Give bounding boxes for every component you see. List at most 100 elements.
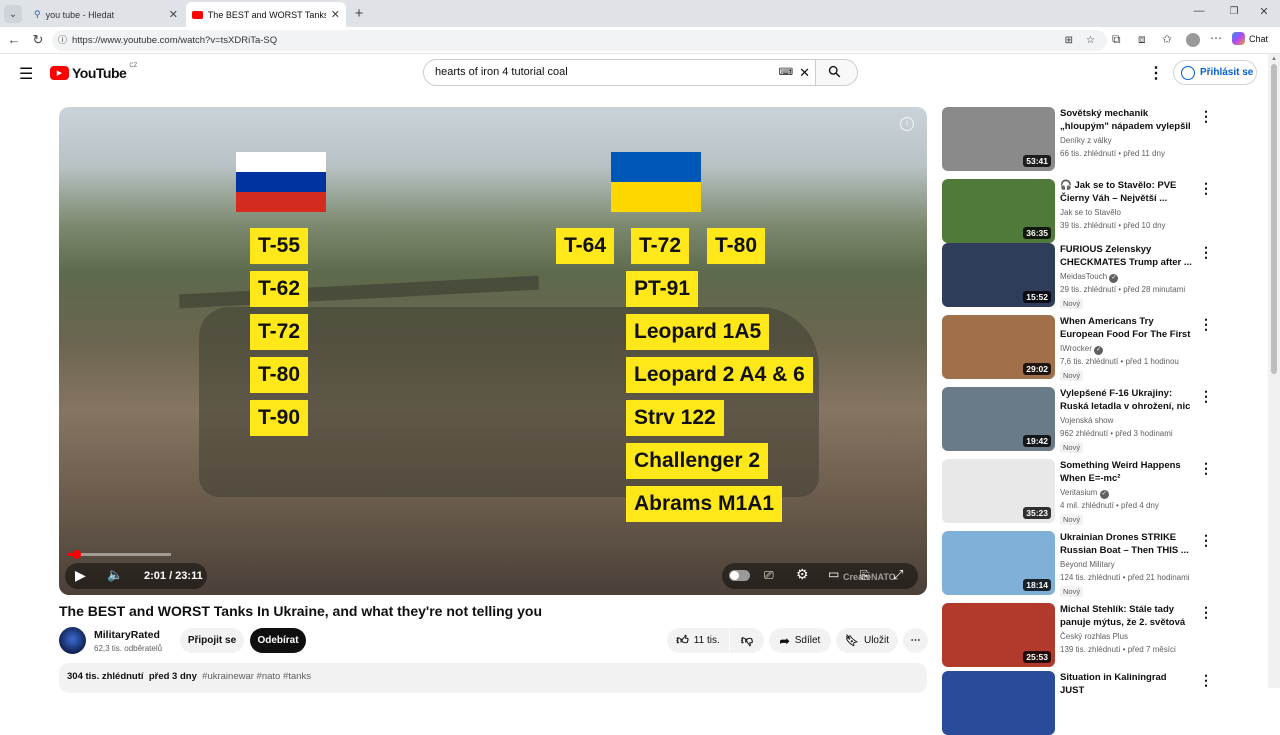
- recommendation-item[interactable]: 35:23 Something Weird Happens When E=-mc²…: [942, 459, 1232, 525]
- search-input[interactable]: hearts of iron 4 tutorial coal ⌨ ✕: [423, 59, 816, 86]
- video-thumbnail[interactable]: 35:23: [942, 459, 1055, 523]
- subscribe-button[interactable]: Odebírat: [250, 628, 306, 653]
- favorite-star-icon[interactable]: ☆: [1086, 30, 1095, 51]
- youtube-logo[interactable]: ▶ YouTube CZ: [50, 63, 137, 81]
- like-count: 11 tis.: [693, 635, 720, 646]
- close-window-icon[interactable]: ✕: [1258, 5, 1270, 18]
- video-title[interactable]: Michal Stehlík: Stále tady panuje mýtus,…: [1060, 603, 1193, 630]
- more-options-icon[interactable]: ⋮: [1199, 533, 1213, 547]
- tab-list-icon[interactable]: ⌄: [4, 5, 22, 23]
- refresh-icon[interactable]: ↻: [30, 32, 46, 48]
- join-button[interactable]: Připojit se: [180, 628, 244, 653]
- progress-scrubber[interactable]: [72, 550, 82, 559]
- recommendation-item[interactable]: 53:41 Sovětský mechanik „hloupým" nápadem…: [942, 107, 1232, 171]
- video-title[interactable]: Situation in Kaliningrad JUST: [1060, 671, 1193, 697]
- settings-gear-icon[interactable]: ⚙: [796, 566, 809, 583]
- video-thumbnail[interactable]: 29:02: [942, 315, 1055, 379]
- info-icon[interactable]: i: [900, 117, 914, 131]
- channel-name[interactable]: IWrocker ✓: [1060, 344, 1104, 355]
- new-tab-icon[interactable]: +: [350, 4, 368, 22]
- recommendation-item[interactable]: 25:53 Michal Stehlík: Stále tady panuje m…: [942, 603, 1232, 667]
- split-screen-icon[interactable]: ⧈: [1138, 32, 1146, 47]
- video-thumbnail[interactable]: 36:35: [942, 179, 1055, 243]
- sign-in-button[interactable]: Přihlásit se: [1173, 60, 1257, 85]
- channel-name[interactable]: Český rozhlas Plus: [1060, 632, 1128, 641]
- channel-avatar[interactable]: [59, 627, 86, 654]
- hashtags[interactable]: #ukrainewar #nato #tanks: [202, 671, 311, 682]
- share-button[interactable]: ➦ Sdílet: [769, 628, 831, 653]
- back-icon[interactable]: ←: [6, 32, 22, 47]
- channel-name[interactable]: MilitaryRated: [94, 629, 160, 641]
- video-title[interactable]: Sovětský mechanik „hloupým" nápadem vyle…: [1060, 107, 1193, 134]
- video-thumbnail[interactable]: 19:42: [942, 387, 1055, 451]
- channel-name[interactable]: Jak se to Stavělo: [1060, 208, 1121, 217]
- extensions-icon[interactable]: ⧉: [1112, 32, 1121, 47]
- like-button[interactable]: 👍︎ 11 tis.: [667, 628, 729, 653]
- maximize-icon[interactable]: ❐: [1228, 6, 1240, 17]
- subtitles-icon[interactable]: ⎚: [764, 568, 774, 583]
- video-title[interactable]: 🎧 Jak se to Stavělo: PVE Čierny Váh – Ne…: [1060, 179, 1193, 205]
- video-title[interactable]: FURIOUS Zelenskyy CHECKMATES Trump after…: [1060, 243, 1193, 269]
- close-tab-icon[interactable]: ✕: [331, 8, 340, 21]
- video-thumbnail[interactable]: 18:14: [942, 531, 1055, 595]
- channel-name[interactable]: MeidasTouch ✓: [1060, 272, 1119, 283]
- fullscreen-icon[interactable]: ⤢: [893, 567, 903, 583]
- copilot-button[interactable]: Chat: [1232, 32, 1268, 45]
- settings-more-icon[interactable]: ⋮: [1148, 63, 1164, 83]
- channel-name[interactable]: Beyond Military: [1060, 560, 1115, 569]
- video-thumbnail[interactable]: 53:41: [942, 107, 1055, 171]
- channel-name[interactable]: Vojenská show: [1060, 416, 1113, 425]
- volume-icon[interactable]: 🔈: [107, 567, 123, 583]
- channel-name[interactable]: Deníky z války: [1060, 136, 1112, 145]
- video-title[interactable]: Vylepšené F-16 Ukrajiny: Ruská letadla v…: [1060, 387, 1193, 414]
- favorites-icon[interactable]: ✩: [1162, 32, 1172, 46]
- progress-track[interactable]: [67, 550, 171, 559]
- page-scrollbar[interactable]: ▲: [1268, 54, 1280, 688]
- recommendation-item[interactable]: 29:02 When Americans Try European Food Fo…: [942, 315, 1232, 381]
- more-options-icon[interactable]: ⋮: [1199, 317, 1213, 331]
- more-actions-button[interactable]: ⋯: [903, 628, 928, 653]
- clear-search-icon[interactable]: ✕: [799, 60, 810, 85]
- dislike-button[interactable]: 👎︎: [730, 628, 764, 653]
- description-box[interactable]: 304 tis. zhlédnutí před 3 dny #ukrainewa…: [59, 663, 927, 693]
- autoplay-toggle[interactable]: [729, 570, 750, 581]
- menu-icon[interactable]: ☰: [19, 64, 33, 84]
- more-options-icon[interactable]: ⋮: [1199, 673, 1213, 687]
- profile-avatar[interactable]: [1186, 33, 1200, 47]
- search-button[interactable]: ⚲: [815, 59, 858, 86]
- cast-icon[interactable]: ⎘: [860, 568, 870, 583]
- recommendation-item[interactable]: 36:35 🎧 Jak se to Stavělo: PVE Čierny Váh…: [942, 179, 1232, 243]
- channel-name[interactable]: Veritasium ✓: [1060, 488, 1109, 499]
- video-title[interactable]: Something Weird Happens When E=-mc²: [1060, 459, 1193, 485]
- minimize-icon[interactable]: —: [1192, 5, 1206, 17]
- more-options-icon[interactable]: ⋮: [1199, 389, 1213, 403]
- video-title[interactable]: When Americans Try European Food For The…: [1060, 315, 1193, 342]
- youtube-favicon-icon: [192, 10, 203, 19]
- more-options-icon[interactable]: ⋮: [1199, 461, 1213, 475]
- more-icon[interactable]: ⋯: [1210, 31, 1222, 45]
- address-bar[interactable]: ⓘ https://www.youtube.com/watch?v=tsXDRi…: [52, 30, 1107, 51]
- more-options-icon[interactable]: ⋮: [1199, 605, 1213, 619]
- recommendation-item[interactable]: Situation in Kaliningrad JUST ⋮: [942, 671, 1232, 735]
- keyboard-icon[interactable]: ⌨: [779, 60, 793, 85]
- tab-search[interactable]: ⚲ you tube - Hledat ✕: [28, 2, 184, 27]
- more-options-icon[interactable]: ⋮: [1199, 245, 1213, 259]
- more-options-icon[interactable]: ⋮: [1199, 181, 1213, 195]
- scrollbar-up-arrow[interactable]: ▲: [1271, 56, 1277, 62]
- video-player[interactable]: i T-55 T-62 T-72 T-80 T-90 T-64 T-72 T-8…: [59, 107, 927, 595]
- play-icon[interactable]: ▶: [75, 567, 86, 584]
- recommendation-item[interactable]: 19:42 Vylepšené F-16 Ukrajiny: Ruská leta…: [942, 387, 1232, 453]
- video-thumbnail[interactable]: 15:52: [942, 243, 1055, 307]
- recommendation-item[interactable]: 18:14 Ukrainian Drones STRIKE Russian Boa…: [942, 531, 1232, 597]
- video-thumbnail[interactable]: 25:53: [942, 603, 1055, 667]
- close-tab-icon[interactable]: ✕: [169, 8, 178, 21]
- reader-icon[interactable]: ⊞: [1065, 30, 1073, 51]
- scrollbar-thumb[interactable]: [1271, 64, 1277, 374]
- more-options-icon[interactable]: ⋮: [1199, 109, 1213, 123]
- recommendation-item[interactable]: 15:52 FURIOUS Zelenskyy CHECKMATES Trump …: [942, 243, 1232, 309]
- tab-youtube[interactable]: The BEST and WORST Tanks In Ukr ✕: [186, 2, 346, 27]
- save-button[interactable]: 🔖︎ Uložit: [836, 628, 898, 653]
- theater-mode-icon[interactable]: ▭: [828, 567, 839, 581]
- video-title[interactable]: Ukrainian Drones STRIKE Russian Boat – T…: [1060, 531, 1193, 557]
- video-thumbnail[interactable]: [942, 671, 1055, 735]
